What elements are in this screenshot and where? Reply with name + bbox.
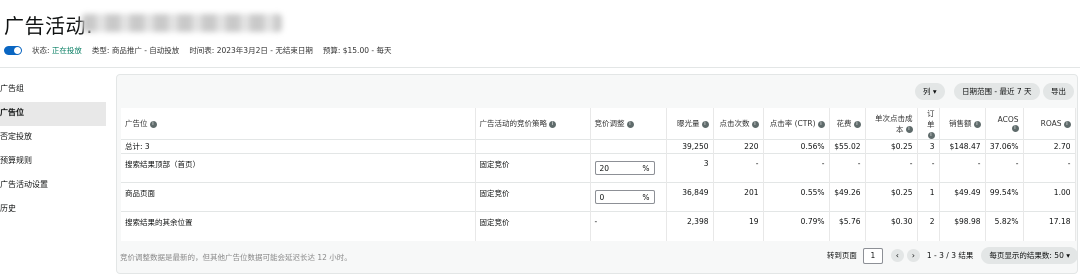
- info-icon: i: [1011, 125, 1019, 132]
- info-icon: i: [1063, 120, 1071, 128]
- results-per-page-select[interactable]: 每页显示的结果数: 50 ▾: [981, 247, 1078, 264]
- col-header-ctr[interactable]: 点击率 (CTR) i: [763, 108, 830, 140]
- placements-panel: 列 ▾ 日期范围 - 最近 7 天 导出 广告位 i 广告活动的竞价策略 i 竞价调…: [116, 74, 1078, 274]
- info-icon: i: [149, 120, 157, 128]
- bid-adjustment-input[interactable]: 20%: [594, 161, 655, 175]
- redacted-campaign-name: [82, 14, 282, 32]
- table-total-row: 总计: 3 39,250 220 0.56% $55.02 $0.25 3 $1…: [121, 139, 1076, 154]
- col-header-roas[interactable]: ROAS i: [1023, 108, 1076, 140]
- sidebar-item-history[interactable]: 历史: [0, 198, 106, 222]
- placements-table: 广告位 i 广告活动的竞价策略 i 竞价调整 i 曝光量 i 点击次数 i 点击率 (CT…: [121, 108, 1076, 241]
- col-header-acos[interactable]: ACOSi: [985, 108, 1024, 140]
- campaign-type: 类型: 商品推广 - 自动投放: [91, 46, 180, 55]
- results-range: 1 - 3 / 3 结果: [926, 251, 974, 260]
- export-button[interactable]: 导出: [1043, 83, 1074, 100]
- sidebar-item-placements[interactable]: 广告位: [0, 102, 106, 126]
- date-range-button[interactable]: 日期范围 - 最近 7 天: [954, 83, 1040, 100]
- info-icon: i: [701, 120, 709, 128]
- campaign-header: 广告活动: 状态: 正在投放 类型: 商品推广 - 自动投放 时间表: 2023…: [0, 0, 1080, 68]
- sidebar: 广告组 广告位 否定投放 预算规则 广告活动设置 历史: [0, 78, 106, 222]
- campaign-schedule: 时间表: 2023年3月2日 - 无结束日期: [189, 46, 313, 55]
- sidebar-item-ad-groups[interactable]: 广告组: [0, 78, 106, 102]
- chevron-down-icon: ▾: [1066, 251, 1070, 260]
- chevron-right-icon[interactable]: ›: [906, 249, 920, 262]
- columns-button[interactable]: 列 ▾: [915, 83, 945, 100]
- table-header-row: 广告位 i 广告活动的竞价策略 i 竞价调整 i 曝光量 i 点击次数 i 点击率 (CT…: [121, 108, 1076, 140]
- info-icon: i: [549, 120, 556, 128]
- table-row: 搜索结果的其余位置 固定竞价 - 2,398 19 0.79% $5.76 $0…: [121, 211, 1076, 241]
- status-value: 正在投放: [51, 46, 82, 55]
- table-footer: 竞价调整数据是最新的，但其他广告位数据可能会延迟长达 12 小时。 转到页面 1…: [120, 247, 1078, 269]
- col-header-impressions[interactable]: 曝光量 i: [666, 108, 714, 140]
- info-icon: i: [927, 131, 935, 139]
- chevron-left-icon[interactable]: ‹: [890, 249, 904, 262]
- campaign-toggle[interactable]: [4, 46, 22, 55]
- campaign-meta: 状态: 正在投放 类型: 商品推广 - 自动投放 时间表: 2023年3月2日 …: [4, 45, 401, 56]
- sidebar-item-budget-rules[interactable]: 预算规则: [0, 150, 106, 174]
- chevron-down-icon: ▾: [932, 87, 937, 96]
- bid-adjustment-input[interactable]: 0%: [594, 190, 655, 204]
- col-header-orders[interactable]: 订单i: [917, 108, 940, 140]
- campaign-budget: 预算: $15.00 - 每天: [322, 46, 392, 55]
- info-icon: i: [853, 120, 861, 128]
- col-header-strategy[interactable]: 广告活动的竞价策略 i: [475, 108, 591, 140]
- info-icon: i: [626, 120, 634, 128]
- col-header-bid-adjustment[interactable]: 竞价调整 i: [590, 108, 667, 140]
- col-header-spend[interactable]: 花费 i: [829, 108, 866, 140]
- info-icon: i: [973, 120, 981, 128]
- data-delay-note: 竞价调整数据是最新的，但其他广告位数据可能会延迟长达 12 小时。: [120, 253, 352, 262]
- sidebar-item-campaign-settings[interactable]: 广告活动设置: [0, 174, 106, 198]
- status-text: 状态: 正在投放: [32, 46, 82, 55]
- info-icon: i: [751, 120, 759, 128]
- info-icon: i: [905, 126, 913, 133]
- pagination: 转到页面 1 ‹ › 1 - 3 / 3 结果 每页显示的结果数: 50 ▾: [827, 247, 1078, 264]
- col-header-cpc[interactable]: 单次点击成本 i: [865, 108, 918, 140]
- info-icon: i: [817, 120, 825, 128]
- page-number-input[interactable]: 1: [862, 247, 883, 264]
- table-row: 搜索结果顶部（首页） 固定竞价 20% 3 - - - - - - - -: [121, 153, 1076, 183]
- goto-page-label: 转到页面: [826, 251, 857, 260]
- sidebar-item-negative-targeting[interactable]: 否定投放: [0, 126, 106, 150]
- table-row: 商品页面 固定竞价 0% 36,849 201 0.55% $49.26 $0.…: [121, 182, 1076, 212]
- col-header-placement[interactable]: 广告位 i: [121, 108, 476, 140]
- col-header-clicks[interactable]: 点击次数 i: [713, 108, 764, 140]
- page-title: 广告活动:: [4, 14, 94, 38]
- col-header-sales[interactable]: 销售额 i: [939, 108, 986, 140]
